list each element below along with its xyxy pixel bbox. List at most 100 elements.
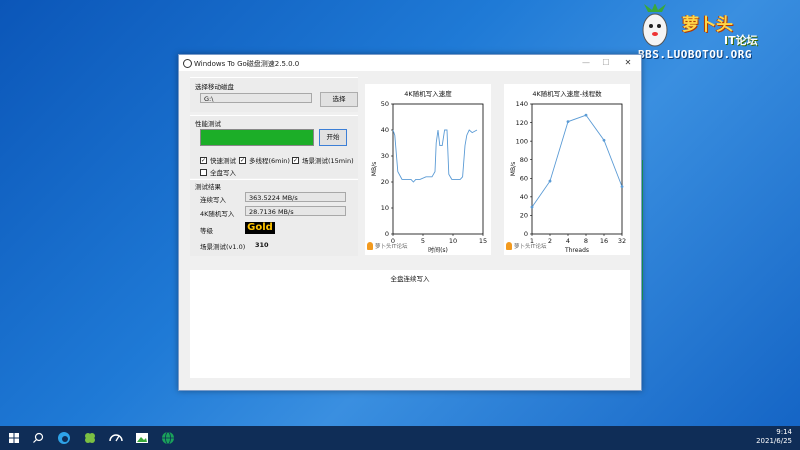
- carrot-logo-icon: [506, 242, 512, 250]
- seq-write-label: 连续写入: [200, 196, 226, 204]
- clock-date: 2021/6/25: [756, 437, 792, 445]
- title-bar[interactable]: Windows To Go磁盘测速2.5.0.0 — ☐ ✕: [179, 55, 641, 71]
- brand-url: BBS.LUOBOTOU.ORG: [638, 48, 752, 61]
- forum-logo: 萝卜头 IT论坛 BBS.LUOBOTOU.ORG: [634, 4, 794, 66]
- x-tick-label: 4: [566, 237, 570, 245]
- carrot-logo-icon: [367, 242, 373, 250]
- y-tick-label: 10: [381, 204, 389, 212]
- rand4k-label: 4K随机写入: [200, 210, 235, 218]
- checkmark-icon: ✓: [239, 156, 246, 164]
- speedometer-app-icon[interactable]: [108, 430, 124, 446]
- x-axis-label: Threads: [564, 247, 589, 254]
- data-point: [620, 185, 624, 189]
- checkbox-empty-icon: [200, 168, 207, 176]
- y-tick-label: 50: [381, 100, 389, 108]
- quick-test-label: 快速测试: [210, 157, 236, 165]
- maximize-button[interactable]: ☐: [597, 57, 615, 69]
- y-tick-label: 120: [516, 119, 528, 127]
- y-tick-label: 30: [381, 152, 389, 160]
- quick-test-checkbox[interactable]: ✓ 快速测试: [200, 155, 236, 165]
- select-disk-button[interactable]: 选择: [320, 92, 358, 107]
- test-progress-bar: [200, 129, 314, 146]
- scene-score-value: 310: [255, 241, 269, 249]
- minimize-button[interactable]: —: [577, 57, 595, 69]
- series-line-threads: [531, 114, 623, 208]
- window-title: Windows To Go磁盘测速2.5.0.0: [194, 60, 300, 68]
- brand-sub: IT论坛: [724, 34, 758, 47]
- results-group: 测试结果 连续写入 363.5224 MB/s 4K随机写入 28.7136 M…: [190, 179, 358, 256]
- multithread-checkbox[interactable]: ✓ 多线程(6min): [239, 155, 290, 165]
- clover-app-icon[interactable]: [82, 430, 98, 446]
- chart2-watermark-text: 萝卜头IT论坛: [514, 244, 547, 250]
- x-axis-label: 时间(s): [428, 246, 448, 254]
- perf-test-group: 性能测试 开始 ✓ 快速测试 ✓ 多线程(6min) ✓ 场景测试(15min) 全盘…: [190, 115, 358, 178]
- chart-4k-threads: 0204060801001201401 2 4 8 16 32MB/sThreads: [510, 100, 626, 254]
- y-tick-label: 60: [520, 174, 528, 182]
- image-app-icon[interactable]: [134, 430, 150, 446]
- y-tick-label: 40: [381, 126, 389, 134]
- data-point: [602, 138, 606, 142]
- edge-browser-icon[interactable]: [56, 430, 72, 446]
- clock-time: 9:14: [776, 428, 792, 436]
- grade-badge: Gold: [245, 222, 275, 234]
- checkmark-icon: ✓: [292, 156, 299, 164]
- globe-app-icon[interactable]: [160, 430, 176, 446]
- multithread-label: 多线程(6min): [249, 157, 290, 165]
- x-tick-label: 8: [584, 237, 588, 245]
- taskbar: 9:14 2021/6/25: [0, 426, 800, 450]
- y-tick-label: 20: [520, 212, 528, 220]
- data-point: [566, 120, 570, 124]
- chart1-watermark: 萝卜头IT论坛: [367, 242, 407, 250]
- rand4k-value: 28.7136 MB/s: [245, 206, 346, 216]
- y-tick-label: 80: [520, 156, 528, 164]
- speedometer-app-icon: [183, 59, 192, 68]
- full-write-chart-panel: 全盘连续写入: [190, 270, 630, 378]
- perf-test-label: 性能测试: [195, 120, 221, 128]
- scene-score-label: 场景测试(v1.0): [200, 243, 246, 251]
- disk-select-group: 选择移动磁盘 G:\ 选择: [190, 77, 358, 112]
- disk-path-field[interactable]: G:\: [200, 93, 312, 103]
- disk-select-label: 选择移动磁盘: [195, 83, 234, 91]
- y-tick-label: 0: [524, 230, 528, 238]
- y-tick-label: 140: [516, 100, 528, 108]
- full-write-checkbox[interactable]: 全盘写入: [200, 167, 236, 177]
- close-button[interactable]: ✕: [619, 57, 637, 69]
- chart-4k-time: 010203040500 5 10 15MB/s时间(s): [371, 100, 487, 254]
- x-tick-label: 2: [548, 237, 552, 245]
- full-write-chart-title: 全盘连续写入: [390, 275, 430, 283]
- windows-start-icon[interactable]: [6, 430, 22, 446]
- start-button[interactable]: 开始: [319, 129, 347, 146]
- results-label: 测试结果: [195, 183, 221, 191]
- data-point: [584, 113, 588, 117]
- app-window: Windows To Go磁盘测速2.5.0.0 — ☐ ✕ 选择移动磁盘 G:…: [178, 54, 642, 391]
- x-tick-label: 15: [479, 237, 487, 245]
- series-line-4k-speed: [392, 129, 478, 183]
- search-icon[interactable]: [30, 430, 46, 446]
- grade-label: 等级: [200, 227, 213, 235]
- radish-mascot-icon: [642, 4, 668, 47]
- data-point: [548, 179, 552, 183]
- checkmark-icon: ✓: [200, 156, 207, 164]
- scene-test-checkbox[interactable]: ✓ 场景测试(15min): [292, 155, 354, 165]
- plot-frame: [392, 103, 484, 235]
- x-tick-label: 10: [449, 237, 457, 245]
- chart1-watermark-text: 萝卜头IT论坛: [375, 244, 408, 250]
- y-tick-label: 40: [520, 193, 528, 201]
- y-tick-label: 0: [385, 230, 389, 238]
- system-clock[interactable]: 9:14 2021/6/25: [756, 428, 792, 446]
- y-tick-label: 100: [516, 137, 528, 145]
- x-tick-label: 32: [618, 237, 626, 245]
- y-axis-label: MB/s: [510, 162, 517, 176]
- x-tick-label: 16: [600, 237, 608, 245]
- chart-4k-time-panel: 4K随机写入速度 0 10 20 30 40 50 0 5 10 15 MB/s 时间(s) 萝卜头I…: [365, 84, 491, 255]
- data-point: [530, 205, 534, 209]
- scene-test-label: 场景测试(15min): [302, 157, 354, 165]
- chart-4k-threads-panel: 4K随机写入速度-线程数 0 20 40 60 80 100 120 140 1 2 4 8 16 32 M…: [504, 84, 630, 255]
- seq-write-value: 363.5224 MB/s: [245, 192, 346, 202]
- y-axis-label: MB/s: [371, 162, 378, 176]
- full-write-label: 全盘写入: [210, 169, 236, 177]
- y-tick-label: 20: [381, 178, 389, 186]
- chart2-watermark: 萝卜头IT论坛: [506, 242, 546, 250]
- plot-frame: [531, 103, 623, 235]
- x-tick-label: 5: [421, 237, 425, 245]
